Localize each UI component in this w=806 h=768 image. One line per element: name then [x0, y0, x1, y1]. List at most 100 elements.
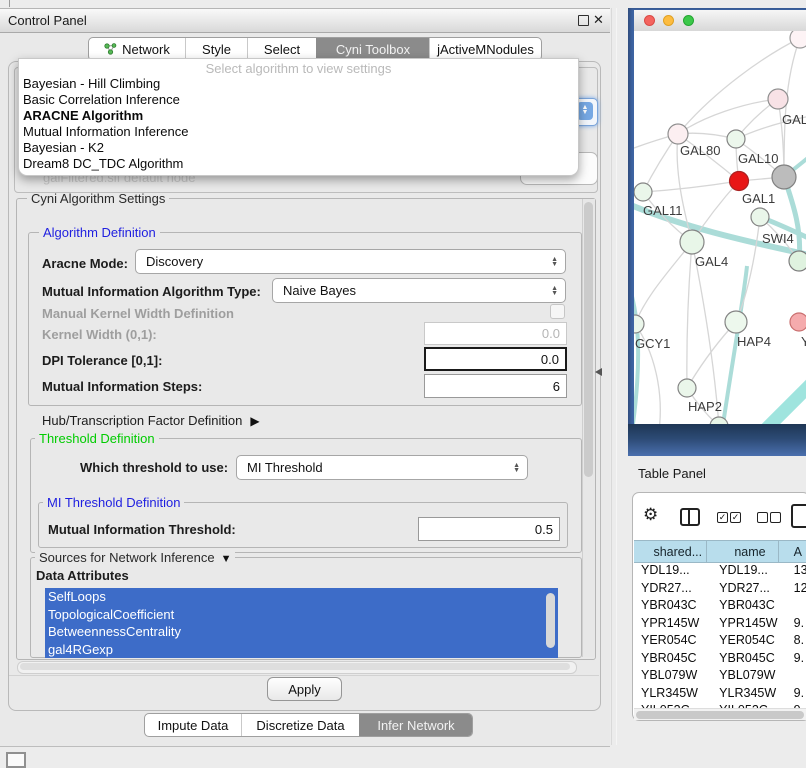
table-cell[interactable]: 9. — [779, 685, 806, 703]
table-cell[interactable]: YBR043C — [634, 597, 707, 615]
manual-kernel-width-checkbox[interactable] — [550, 304, 565, 319]
hub-definition-toggle[interactable]: Hub/Transcription Factor Definition▶ — [42, 413, 260, 428]
table-cell[interactable]: YDR27... — [634, 580, 707, 598]
table-cell[interactable]: YLR345W — [634, 685, 707, 703]
apply-button[interactable]: Apply — [267, 677, 342, 701]
column-header-partial[interactable]: A — [779, 541, 806, 562]
table-row[interactable]: YPR145WYPR145W9. — [634, 615, 806, 633]
node-swi4[interactable] — [751, 208, 769, 226]
table-cell[interactable]: YBR043C — [707, 597, 778, 615]
tab-infer-network[interactable]: Infer Network — [359, 714, 472, 736]
table-cell[interactable]: YLR345W — [707, 685, 778, 703]
table-row[interactable]: YDR27...YDR27...12 — [634, 580, 806, 598]
tab-cyni-toolbox[interactable]: Cyni Toolbox — [316, 38, 429, 60]
unchecked-checkbox-icon[interactable] — [770, 512, 781, 523]
attribute-list-item[interactable]: BetweennessCentrality — [45, 623, 558, 641]
table-cell[interactable] — [779, 667, 806, 685]
node-gal7[interactable] — [768, 89, 788, 109]
scrollbar-thumb[interactable] — [20, 663, 570, 670]
table-row[interactable]: YLR345WYLR345W9. — [634, 685, 806, 703]
algorithm-option[interactable]: Dream8 DC_TDC Algorithm — [19, 156, 578, 172]
table-cell[interactable]: YDL19... — [707, 562, 778, 580]
node-hap2[interactable] — [678, 379, 696, 397]
float-window-icon[interactable] — [578, 15, 589, 26]
attribute-list-item[interactable]: TopologicalCoefficient — [45, 606, 558, 624]
table-cell[interactable]: YBR045C — [634, 650, 707, 668]
algorithm-option[interactable]: Bayesian - Hill Climbing — [19, 76, 578, 92]
node-salmon[interactable] — [790, 313, 806, 331]
table-cell[interactable]: YBR045C — [707, 650, 778, 668]
algorithm-option[interactable]: ARACNE Algorithm — [19, 108, 578, 124]
table-cell[interactable]: YPR145W — [707, 615, 778, 633]
algorithm-option[interactable]: Basic Correlation Inference — [19, 92, 578, 108]
algorithm-option[interactable]: Bayesian - K2 — [19, 140, 578, 156]
table-cell[interactable]: YPR145W — [634, 615, 707, 633]
node-gal4[interactable] — [680, 230, 704, 254]
table-row[interactable]: YBR045CYBR045C9. — [634, 650, 806, 668]
minimize-traffic-light-icon[interactable] — [663, 15, 674, 26]
mini-panel-icon[interactable] — [6, 752, 26, 768]
mi-algorithm-type-select[interactable]: Naive Bayes ▲▼ — [272, 278, 566, 303]
table-cell[interactable]: YDL19... — [634, 562, 707, 580]
table-cell[interactable]: YBL079W — [634, 667, 707, 685]
mi-threshold-field[interactable]: 0.5 — [418, 517, 560, 541]
column-header-shared-name[interactable]: shared... — [634, 541, 707, 562]
unchecked-checkbox-icon[interactable] — [757, 512, 768, 523]
settings-vertical-scrollbar[interactable] — [582, 199, 595, 657]
node-gal1[interactable] — [730, 172, 749, 191]
table-cell[interactable]: 8. — [779, 632, 806, 650]
node-gal80[interactable] — [668, 124, 688, 144]
tab-impute-data[interactable]: Impute Data — [145, 714, 241, 736]
table-cell[interactable]: YBL079W — [707, 667, 778, 685]
page-icon[interactable] — [791, 504, 806, 528]
which-threshold-label: Which threshold to use: — [80, 460, 228, 475]
dpi-tolerance-field[interactable]: 0.0 — [424, 347, 567, 371]
list-scrollbar-thumb[interactable] — [546, 593, 555, 648]
table-row[interactable]: YDL19...YDL19...13 — [634, 562, 806, 580]
data-attributes-list[interactable]: SelfLoopsTopologicalCoefficientBetweenne… — [45, 588, 558, 658]
tab-select[interactable]: Select — [247, 38, 316, 60]
tab-style[interactable]: Style — [185, 38, 247, 60]
mi-steps-field[interactable]: 6 — [424, 374, 567, 398]
aracne-mode-select[interactable]: Discovery ▲▼ — [135, 249, 566, 274]
scrollbar-thumb[interactable] — [636, 711, 804, 719]
node-gal10[interactable] — [727, 130, 745, 148]
table-row[interactable]: YBR043CYBR043C — [634, 597, 806, 615]
table-cell[interactable]: 12 — [779, 580, 806, 598]
algorithm-option[interactable]: Mutual Information Inference — [19, 124, 578, 140]
close-traffic-light-icon[interactable] — [644, 15, 655, 26]
node[interactable] — [790, 31, 806, 48]
tab-discretize-data[interactable]: Discretize Data — [241, 714, 359, 736]
column-header-name[interactable]: name — [707, 541, 779, 562]
attribute-list-item[interactable]: SelfLoops — [45, 588, 558, 606]
tab-jactivemnodules[interactable]: jActiveMNodules — [429, 38, 541, 60]
node-gcy1[interactable] — [634, 315, 644, 333]
node-hap4[interactable] — [725, 311, 747, 333]
zoom-traffic-light-icon[interactable] — [683, 15, 694, 26]
table-row[interactable]: YER054CYER054C8. — [634, 632, 806, 650]
table-row[interactable]: YBL079WYBL079W — [634, 667, 806, 685]
scrollbar-thumb[interactable] — [584, 202, 593, 477]
network-canvas[interactable]: GAL7 GAL80 GAL10 GAL1 GAL11 SWI4 GAL4 GC… — [634, 31, 806, 424]
checked-checkbox-icon[interactable]: ✓ — [730, 512, 741, 523]
tab-network[interactable]: Network — [89, 38, 185, 60]
kernel-width-field[interactable]: 0.0 — [424, 322, 567, 345]
settings-horizontal-scrollbar[interactable] — [17, 661, 577, 674]
table-cell[interactable]: 9. — [779, 615, 806, 633]
node-gal11[interactable] — [634, 183, 652, 201]
node-gray[interactable] — [772, 165, 796, 189]
node-green[interactable] — [789, 251, 806, 271]
table-cell[interactable]: YER054C — [707, 632, 778, 650]
table-cell[interactable] — [779, 597, 806, 615]
table-cell[interactable]: 9. — [779, 650, 806, 668]
checked-checkbox-icon[interactable]: ✓ — [717, 512, 728, 523]
settings-gear-icon[interactable]: ⚙ — [643, 506, 658, 523]
close-icon[interactable]: ✕ — [593, 12, 604, 28]
table-horizontal-scrollbar[interactable] — [634, 708, 806, 720]
table-cell[interactable]: YER054C — [634, 632, 707, 650]
table-cell[interactable]: 13 — [779, 562, 806, 580]
attribute-list-item[interactable]: gal4RGexp — [45, 641, 558, 659]
table-cell[interactable]: YDR27... — [707, 580, 778, 598]
which-threshold-select[interactable]: MI Threshold ▲▼ — [236, 455, 528, 480]
split-panel-icon[interactable] — [680, 508, 700, 526]
